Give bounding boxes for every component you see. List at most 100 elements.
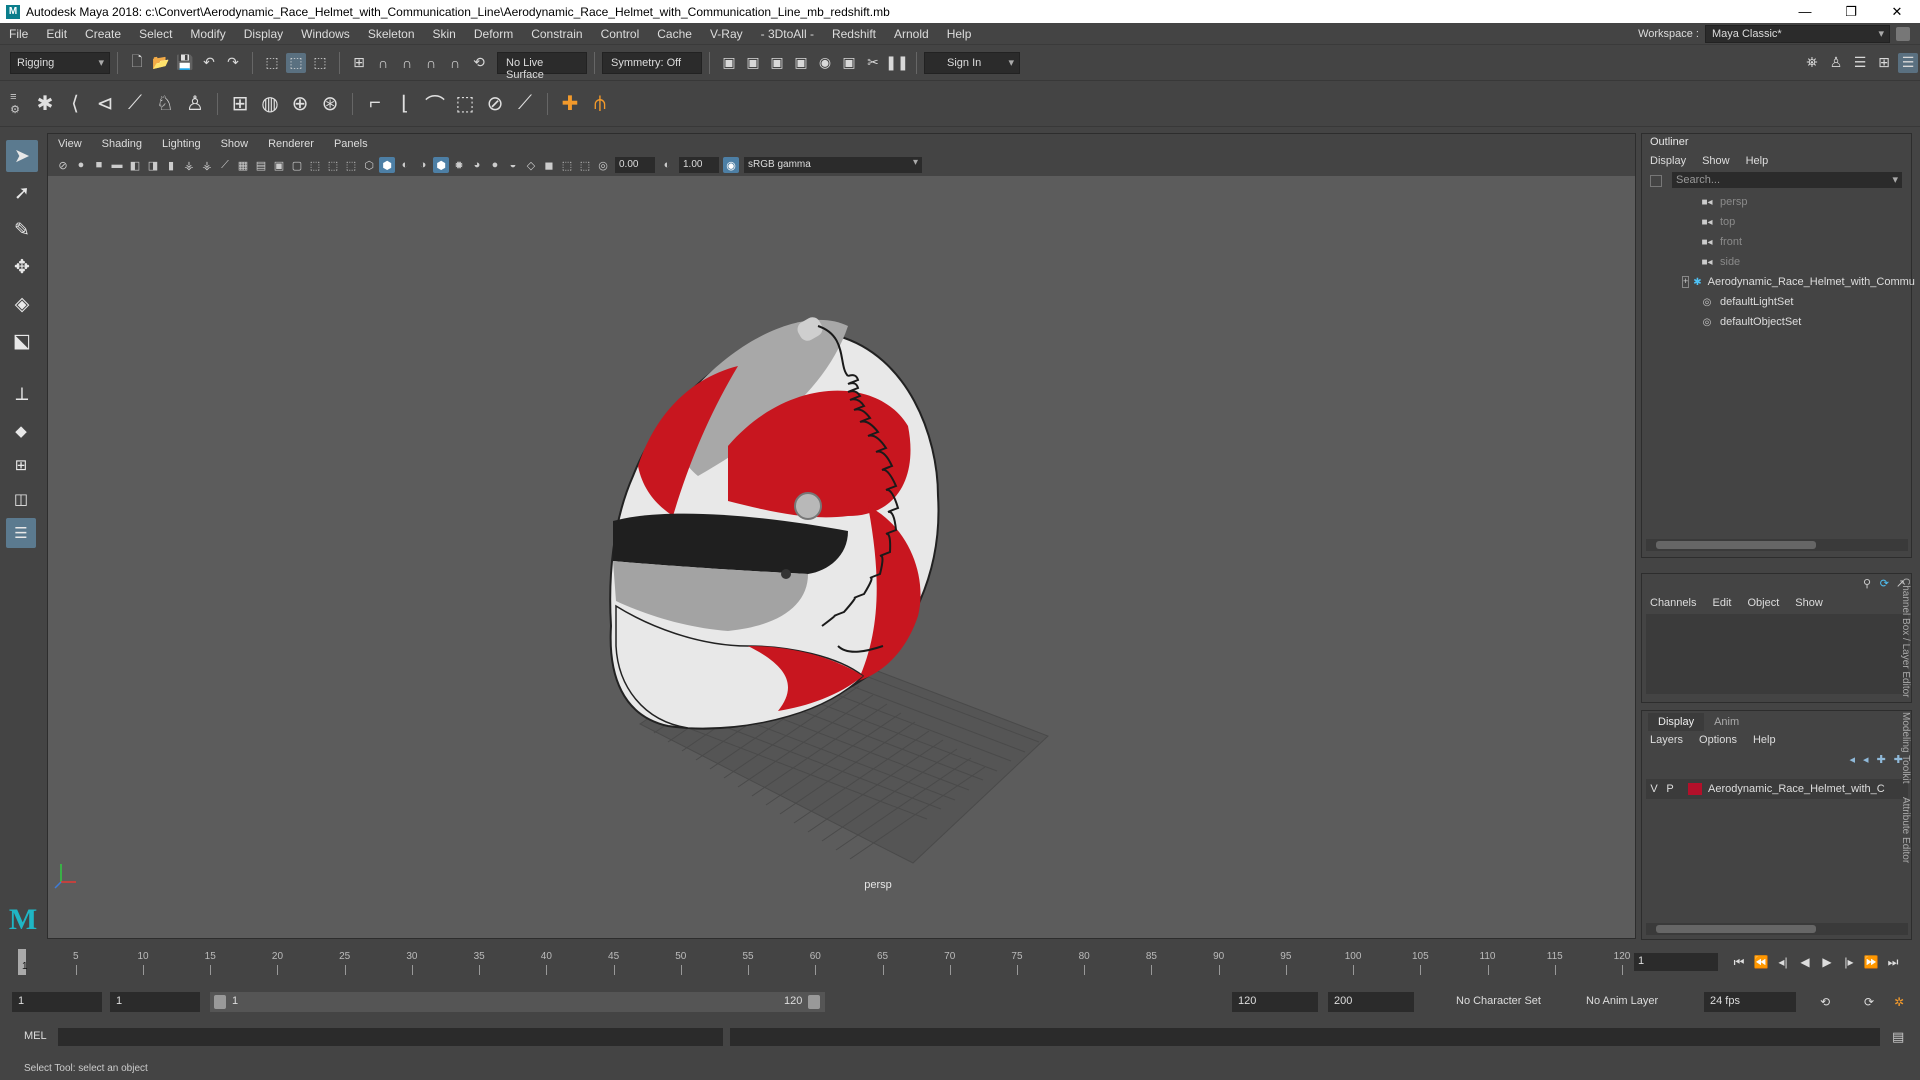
- redo-icon[interactable]: ↷: [223, 53, 243, 73]
- gamma-icon[interactable]: ◐: [659, 157, 675, 173]
- layer-horizontal-scrollbar[interactable]: [1646, 923, 1908, 935]
- tool-settings-icon[interactable]: ⊞: [1874, 53, 1894, 73]
- outliner-item[interactable]: ■◂ front: [1680, 232, 1911, 252]
- smooth-shade-icon[interactable]: ⬚: [325, 157, 341, 173]
- bind-skin-icon[interactable]: ⌐: [360, 88, 390, 120]
- add-locator-icon[interactable]: ✚: [555, 88, 585, 120]
- menu-edit[interactable]: Edit: [37, 27, 76, 41]
- menu-cache[interactable]: Cache: [648, 27, 701, 41]
- outliner-item[interactable]: ◎ defaultLightSet: [1680, 292, 1911, 312]
- safe-title-icon[interactable]: ▢: [289, 157, 305, 173]
- layer-menu-layers[interactable]: Layers: [1650, 734, 1683, 746]
- paint-weights-icon[interactable]: ⌊: [390, 88, 420, 120]
- xray-joints-icon[interactable]: ✹: [451, 157, 467, 173]
- gate-mask-icon[interactable]: ▦: [235, 157, 251, 173]
- grease-pencil-icon[interactable]: ▮: [163, 157, 179, 173]
- workspace-dropdown[interactable]: Maya Classic*: [1705, 25, 1890, 43]
- minimize-button[interactable]: —: [1782, 0, 1828, 23]
- aim-constraint-icon[interactable]: ⊘: [480, 88, 510, 120]
- menu-3dtoall[interactable]: - 3DtoAll -: [752, 27, 823, 41]
- last-tool-icon[interactable]: ⟂: [6, 379, 38, 411]
- step-back-frame-icon[interactable]: ◂|: [1772, 951, 1794, 973]
- open-scene-icon[interactable]: 📂: [151, 53, 171, 73]
- channel-box-attributes-area[interactable]: [1646, 614, 1908, 694]
- attribute-editor-icon[interactable]: ☰: [1850, 53, 1870, 73]
- outliner-menu-show[interactable]: Show: [1702, 155, 1730, 167]
- wireframe-on-shaded-icon[interactable]: ⬚: [343, 157, 359, 173]
- panel-menu-view[interactable]: View: [48, 138, 92, 150]
- modeling-toolkit-icon[interactable]: ⛯: [1802, 53, 1822, 73]
- wireframe-icon[interactable]: ⬚: [307, 157, 323, 173]
- layer-playback-toggle[interactable]: P: [1662, 783, 1678, 795]
- layer-color-swatch[interactable]: [1688, 783, 1702, 795]
- select-camera-icon[interactable]: ⊘: [55, 157, 71, 173]
- script-editor-icon[interactable]: ▤: [1892, 1029, 1908, 1045]
- menu-vray[interactable]: V-Ray: [701, 27, 752, 41]
- resolution-gate-icon[interactable]: ⟋: [217, 157, 233, 173]
- pause-icon[interactable]: ❚❚: [885, 53, 908, 73]
- film-gate-icon[interactable]: ⚶: [199, 157, 215, 173]
- tab-anim[interactable]: Anim: [1704, 713, 1749, 731]
- grid-icon[interactable]: ⚶: [181, 157, 197, 173]
- panel-menu-lighting[interactable]: Lighting: [152, 138, 211, 150]
- live-surface-field[interactable]: No Live Surface: [497, 51, 587, 81]
- four-pane-icon[interactable]: ⊞: [6, 450, 36, 480]
- gamma-field[interactable]: 1.00: [679, 157, 719, 173]
- channel-box-menu-object[interactable]: Object: [1747, 597, 1779, 609]
- orient-constraint-icon[interactable]: ⬚: [450, 88, 480, 120]
- point-constraint-icon[interactable]: ⌒: [420, 88, 450, 120]
- screen-space-ao-icon[interactable]: ●: [487, 157, 503, 173]
- step-forward-frame-icon[interactable]: |▸: [1838, 951, 1860, 973]
- animation-start-field[interactable]: 1: [12, 992, 102, 1012]
- parent-constraint-icon[interactable]: ⫛: [585, 88, 615, 120]
- aperture-icon[interactable]: ◎: [595, 157, 611, 173]
- menu-file[interactable]: File: [0, 27, 37, 41]
- outliner-search-input[interactable]: Search...: [1672, 172, 1902, 188]
- color-management-icon[interactable]: ◉: [723, 157, 739, 173]
- snap-curve-icon[interactable]: ∩: [373, 53, 393, 73]
- view-transform-dropdown[interactable]: sRGB gamma: [744, 157, 922, 173]
- symmetry-field[interactable]: Symmetry: Off: [602, 51, 702, 74]
- hud-icon[interactable]: ⬚: [559, 157, 575, 173]
- vtab-attribute-editor[interactable]: Attribute Editor: [1900, 797, 1911, 863]
- vtab-modeling-toolkit[interactable]: Modeling Toolkit: [1900, 712, 1911, 784]
- outliner-item[interactable]: ■◂ side: [1680, 252, 1911, 272]
- snap-view-icon[interactable]: ∩: [421, 53, 441, 73]
- lock-icon[interactable]: [1896, 27, 1910, 41]
- menu-select[interactable]: Select: [130, 27, 181, 41]
- select-component-icon[interactable]: ⬚: [310, 53, 330, 73]
- textured-icon[interactable]: ⬢: [379, 157, 395, 173]
- exposure-field[interactable]: 0.00: [615, 157, 655, 173]
- vtab-channel-box[interactable]: Channel Box / Layer Editor: [1900, 578, 1911, 698]
- paint-select-icon[interactable]: ✎: [6, 214, 38, 246]
- step-back-key-icon[interactable]: ⏪: [1750, 951, 1772, 973]
- two-d-pan-icon[interactable]: ◨: [145, 157, 161, 173]
- menu-deform[interactable]: Deform: [465, 27, 522, 41]
- menu-modify[interactable]: Modify: [181, 27, 234, 41]
- playback-start-field[interactable]: 1: [110, 992, 200, 1012]
- panel-menu-panels[interactable]: Panels: [324, 138, 378, 150]
- step-forward-key-icon[interactable]: ⏩: [1860, 951, 1882, 973]
- menu-windows[interactable]: Windows: [292, 27, 359, 41]
- range-start-handle[interactable]: [214, 995, 226, 1009]
- panel-menu-show[interactable]: Show: [211, 138, 259, 150]
- isolate-select-icon[interactable]: ◕: [469, 157, 485, 173]
- animation-preferences-icon[interactable]: ✲: [1888, 991, 1910, 1013]
- channel-box-menu-channels[interactable]: Channels: [1650, 597, 1696, 609]
- expand-icon[interactable]: +: [1682, 276, 1690, 288]
- fps-dropdown[interactable]: 24 fps: [1704, 992, 1796, 1012]
- time-slider-track[interactable]: 5 10 15 20 25 30 35 40 45 50 55 60 65 70 75 80 85 90 95 100…: [18, 949, 1630, 975]
- panel-menu-shading[interactable]: Shading: [92, 138, 152, 150]
- two-pane-icon[interactable]: ◫: [6, 484, 36, 514]
- create-joint-icon[interactable]: ✱: [30, 88, 60, 120]
- play-forwards-icon[interactable]: ▶: [1816, 951, 1838, 973]
- menu-constrain[interactable]: Constrain: [522, 27, 591, 41]
- lattice-icon[interactable]: ⊞: [225, 88, 255, 120]
- menu-create[interactable]: Create: [76, 27, 130, 41]
- pole-vector-icon[interactable]: ⟋: [510, 88, 540, 120]
- move-layer-down-icon[interactable]: ◂: [1863, 753, 1869, 766]
- snap-point-icon[interactable]: ∩: [397, 53, 417, 73]
- lasso-tool-icon[interactable]: ➚: [6, 177, 38, 209]
- channel-box-icon[interactable]: ☰: [1898, 52, 1918, 73]
- go-to-start-icon[interactable]: ⏮: [1728, 951, 1750, 973]
